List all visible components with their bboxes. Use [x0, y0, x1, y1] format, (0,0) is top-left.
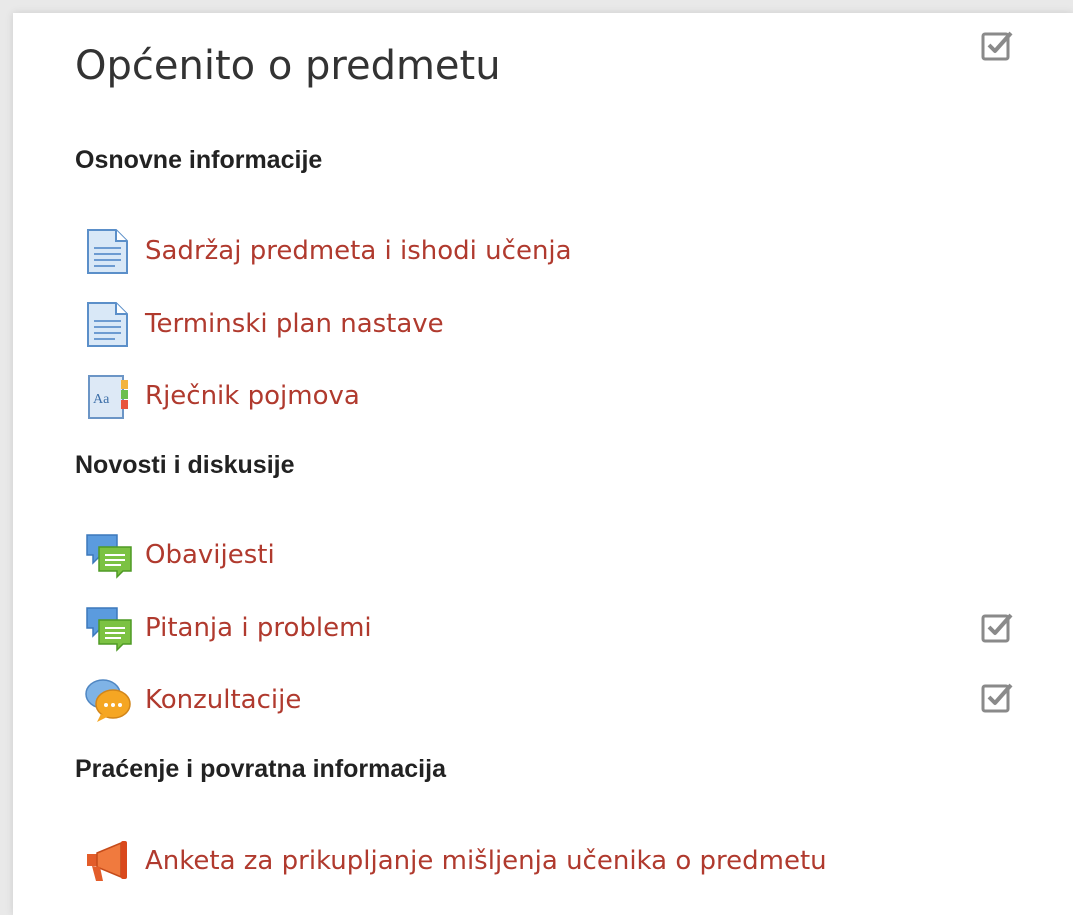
activity-item: Pitanja i problemi [83, 604, 372, 652]
section-completion-checkbox[interactable] [980, 28, 1014, 62]
feedback-megaphone-icon [83, 837, 135, 885]
activity-link-rjecnik[interactable]: Rječnik pojmova [145, 381, 360, 411]
activity-item: Terminski plan nastave [83, 300, 444, 348]
check-square-icon [981, 31, 1013, 61]
activity-link-terminski[interactable]: Terminski plan nastave [145, 309, 444, 339]
forum-icon [83, 604, 135, 652]
group-heading-pracenje: Praćenje i povratna informacija [75, 755, 446, 783]
page-icon [83, 300, 135, 348]
completion-checkbox-pitanja[interactable] [980, 610, 1014, 644]
activity-link-obavijesti[interactable]: Obavijesti [145, 540, 275, 570]
activity-item: Sadržaj predmeta i ishodi učenja [83, 227, 572, 275]
activity-link-konzultacije[interactable]: Konzultacije [145, 685, 301, 715]
check-square-icon [981, 613, 1013, 643]
chat-icon [83, 676, 135, 724]
activity-item: Anketa za prikupljanje mišljenja učenika… [83, 837, 827, 885]
activity-item: Aa Rječnik pojmova [83, 372, 360, 420]
page-icon [83, 227, 135, 275]
activity-link-sadrzaj[interactable]: Sadržaj predmeta i ishodi učenja [145, 236, 572, 266]
glossary-icon: Aa [83, 372, 135, 420]
activity-link-anketa[interactable]: Anketa za prikupljanje mišljenja učenika… [145, 846, 827, 876]
forum-icon [83, 531, 135, 579]
activity-link-pitanja[interactable]: Pitanja i problemi [145, 613, 372, 643]
course-section-card: Općenito o predmetu Osnovne informacije … [13, 13, 1073, 915]
activity-item: Konzultacije [83, 676, 301, 724]
activity-item: Obavijesti [83, 531, 275, 579]
svg-text:Aa: Aa [93, 392, 110, 407]
group-heading-novosti: Novosti i diskusije [75, 451, 295, 479]
check-square-icon [981, 683, 1013, 713]
section-title: Općenito o predmetu [75, 43, 501, 89]
completion-checkbox-konzultacije[interactable] [980, 680, 1014, 714]
group-heading-osnovne: Osnovne informacije [75, 146, 323, 174]
